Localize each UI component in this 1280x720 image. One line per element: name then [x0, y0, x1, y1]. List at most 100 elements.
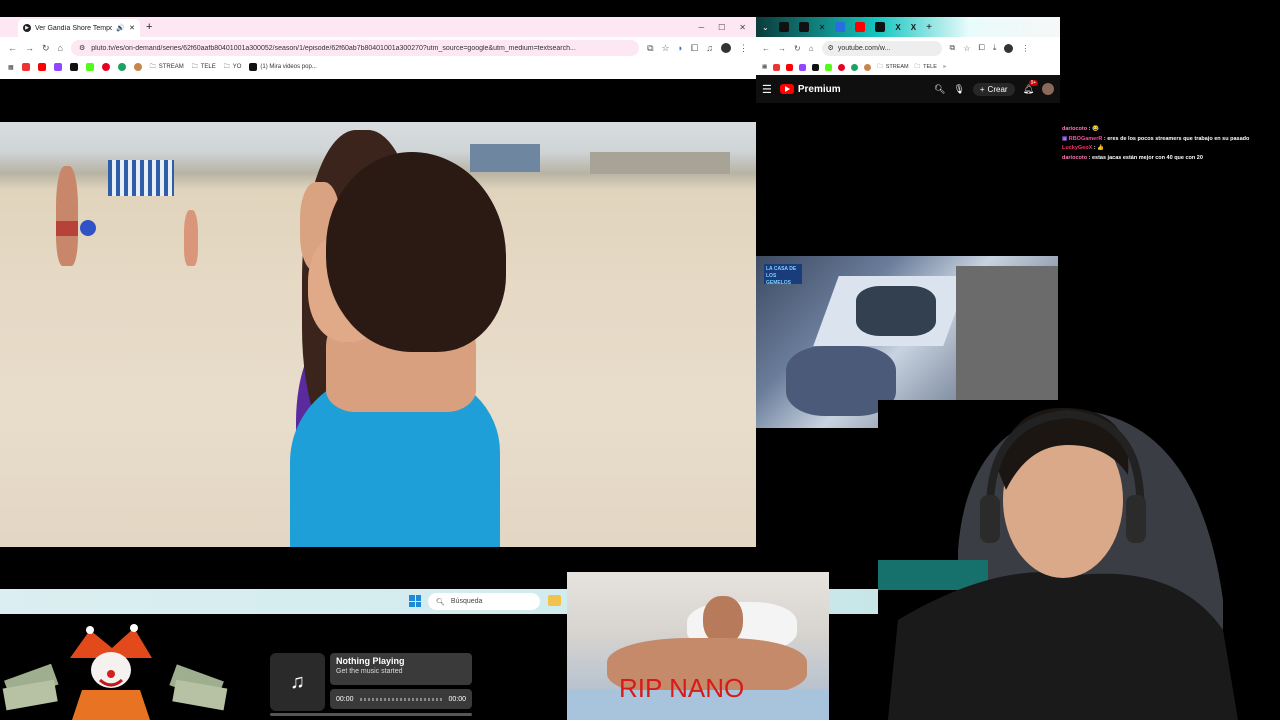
address-bar[interactable]: ⚙ youtube.com/w... [821, 40, 942, 56]
tiktok-tab-icon-3[interactable] [875, 22, 886, 32]
microphone-icon[interactable]: 🎙︎ [953, 84, 964, 95]
download-icon[interactable]: ⤓ [993, 43, 997, 53]
site-info-icon[interactable]: ⚙ [79, 44, 85, 52]
bookmark-star-icon[interactable]: ☆ [662, 43, 670, 54]
profile-avatar-icon[interactable] [721, 43, 731, 53]
youtube-bookmark-icon[interactable] [786, 63, 794, 71]
site-info-icon[interactable]: ⚙ [828, 44, 834, 52]
profile-avatar-icon[interactable] [1004, 43, 1014, 53]
maximize-icon[interactable]: ☐ [718, 23, 725, 32]
bookmark-folder-yo[interactable]: 🗀 YO [224, 62, 242, 72]
chat-username: LuckyGeoX [1062, 145, 1093, 151]
reload-icon[interactable]: ↻ [42, 43, 50, 54]
back-icon[interactable]: ← [8, 43, 17, 53]
chat-username: dariocoto [1062, 154, 1088, 161]
forward-icon[interactable]: → [778, 44, 786, 53]
tab-audio-icon[interactable]: 🔊 [116, 24, 125, 32]
headphone-ear-left [980, 495, 1000, 543]
left-nav-bar: ← → ↻ ⌂ ⚙ pluto.tv/es/on-demand/series/6… [0, 37, 756, 59]
browser-tab-active[interactable]: ▶ Ver Gandía Shore Tempora... 🔊 ✕ [18, 19, 140, 37]
forward-icon[interactable]: → [25, 43, 34, 53]
reload-icon[interactable]: ↻ [794, 44, 801, 53]
address-bar[interactable]: ⚙ pluto.tv/es/on-demand/series/62f60aafb… [70, 40, 640, 56]
chat-username: dariocoto [1062, 126, 1088, 132]
bookmark-star-app-icon[interactable] [21, 63, 30, 71]
stream-chat: dariocoto : 😂 ▣ RBOGamerR : eres de los … [1062, 125, 1280, 163]
extensions-puzzle-icon[interactable]: ⧠ [978, 43, 984, 53]
chat-username: RBOGamerR [1068, 135, 1103, 142]
youtube-bookmark-icon[interactable] [37, 63, 46, 71]
search-icon[interactable]: 🔍︎ [934, 84, 945, 95]
tab-list-chevron-icon[interactable]: ⌄ [762, 23, 769, 32]
bookmarks-bar: ▦ 🗀 STREAM 🗀 TELE 🗀 YO (1) Mira videos pop.… [0, 59, 756, 75]
bookmark-tiktok-videos[interactable]: (1) Mira videos pop... [249, 63, 317, 71]
kick-bookmark-icon[interactable] [825, 63, 833, 71]
cast-icon[interactable]: ⧉ [950, 43, 956, 53]
create-button[interactable]: + Crear [972, 82, 1015, 96]
home-icon[interactable]: ⌂ [58, 43, 63, 53]
blue-ball [80, 220, 96, 236]
windows-start-icon[interactable] [409, 595, 421, 607]
avatar-bookmark-icon[interactable] [133, 63, 142, 71]
youtube-logo[interactable]: Premium [779, 84, 841, 95]
account-avatar[interactable] [1042, 83, 1054, 95]
file-explorer-icon[interactable] [548, 595, 561, 606]
circle-bookmark-icon[interactable] [851, 63, 859, 71]
bookmark-folder-stream[interactable]: 🗀 STREAM [150, 62, 184, 72]
x-tab-icon[interactable]: X [895, 23, 900, 32]
circle-bookmark-icon[interactable] [117, 63, 126, 71]
chat-badge-icon: ▣ [1062, 135, 1068, 142]
new-tab-icon[interactable]: + [926, 22, 932, 33]
youtube-tab-icon[interactable] [855, 22, 866, 32]
bookmark-folder-tele[interactable]: 🗀 TELE [192, 62, 216, 72]
music-note-icon: ♫ [270, 653, 325, 711]
new-tab-icon[interactable]: + [146, 21, 152, 33]
joker-nose [107, 670, 115, 678]
rip-hospital-image: RIP NANO [567, 572, 829, 720]
pinterest-bookmark-icon[interactable] [101, 63, 110, 71]
blue-tab-icon[interactable] [835, 22, 846, 32]
menu-dots-icon[interactable]: ⋮ [739, 43, 748, 54]
home-icon[interactable]: ⌂ [809, 44, 814, 53]
bookmark-folder-tele[interactable]: 🗀 TELE [915, 63, 937, 72]
hamburger-menu-icon[interactable]: ☰ [762, 83, 772, 96]
cast-icon[interactable]: ⧉ [647, 43, 653, 54]
beach-video-frame[interactable] [0, 122, 756, 547]
window-close-icon[interactable]: ✕ [739, 23, 746, 32]
tab-close-icon[interactable]: ✕ [819, 23, 826, 32]
music-scrub-bar[interactable] [270, 713, 472, 716]
kick-bookmark-icon[interactable] [85, 63, 94, 71]
folder-icon: 🗀 [223, 64, 230, 70]
tiktok-tab-icon-2[interactable] [798, 22, 809, 32]
money-stack-left [2, 663, 59, 711]
more-bookmarks-icon[interactable]: » [943, 64, 946, 70]
tiktok-bookmark-icon[interactable] [812, 63, 820, 71]
extensions-puzzle-icon[interactable]: ⧠ [691, 43, 698, 54]
notifications-bell-icon[interactable]: 🔔︎ 9+ [1023, 79, 1039, 95]
bookmark-folder-stream[interactable]: 🗀 STREAM [877, 63, 908, 72]
bookmark-star-app-icon[interactable] [773, 63, 781, 71]
back-icon[interactable]: ← [762, 44, 770, 53]
tab-close-icon[interactable]: ✕ [129, 24, 135, 32]
folder-icon: 🗀 [914, 63, 921, 70]
progress-bar[interactable] [359, 697, 443, 701]
twitch-bookmark-icon[interactable] [53, 63, 62, 71]
headphone-ear-right [1126, 495, 1146, 543]
tiktok-bookmark-icon[interactable] [69, 63, 78, 71]
avatar-bookmark-icon[interactable] [864, 63, 872, 71]
minimize-icon[interactable]: ─ [698, 23, 704, 32]
x-tab-icon-2[interactable]: X [911, 23, 916, 32]
man-with-ball [56, 166, 78, 266]
twitch-bookmark-icon[interactable] [799, 63, 807, 71]
tiktok-tab-icon[interactable] [778, 22, 789, 32]
apps-grid-icon[interactable]: ▦ [8, 64, 14, 71]
pinterest-bookmark-icon[interactable] [838, 63, 846, 71]
music-progress-row: 00:00 00:00 [330, 689, 472, 709]
extension-icon[interactable]: ◗ [678, 43, 683, 53]
apps-grid-icon[interactable]: ▦ [762, 64, 767, 70]
menu-dots-icon[interactable]: ⋮ [1021, 44, 1029, 53]
bookmark-star-icon[interactable]: ☆ [963, 44, 970, 53]
striped-beach-hut [108, 160, 174, 196]
media-control-icon[interactable]: ♫ [706, 43, 713, 53]
taskbar-search-box[interactable]: 🔍︎ Búsqueda [428, 593, 540, 610]
